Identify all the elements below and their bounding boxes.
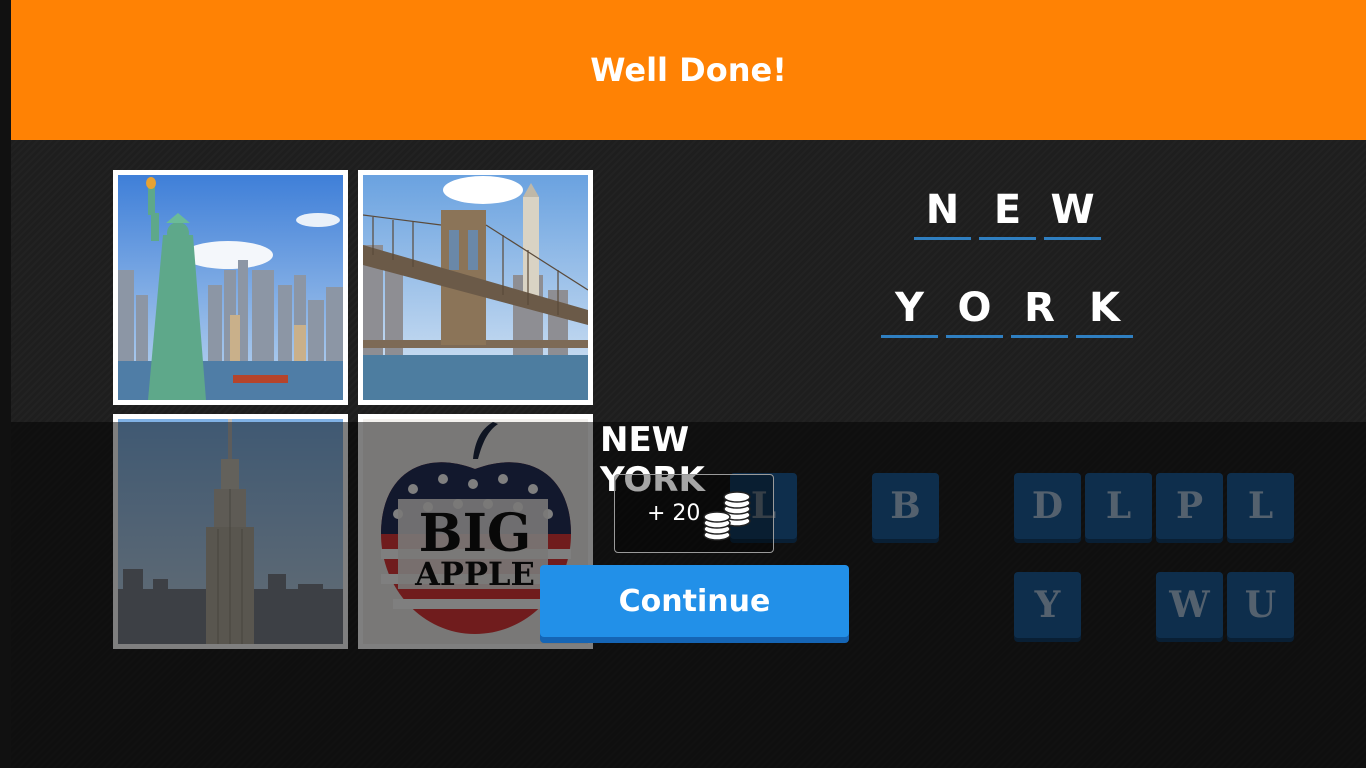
image-tile-brooklyn-bridge[interactable] [358,170,593,405]
answer-slot[interactable]: Y [881,280,938,338]
image-tile-statue-of-liberty[interactable] [113,170,348,405]
answer-slot[interactable]: K [1076,280,1133,338]
answer-slot[interactable]: W [1044,182,1101,240]
empire-state-image [118,419,343,644]
success-banner: Well Done! [11,0,1366,140]
letter-key[interactable]: P [1156,473,1223,539]
left-edge-strip [0,0,11,768]
letter-key[interactable]: L [1085,473,1152,539]
coin-reward-box: + 20 [614,474,774,553]
big-apple-line2: APPLE [414,555,535,593]
answer-slot[interactable]: O [946,280,1003,338]
answer-slot[interactable]: E [979,182,1036,240]
letter-key[interactable]: U [1227,572,1294,638]
answer-slot[interactable]: R [1011,280,1068,338]
letter-key[interactable]: L [1227,473,1294,539]
reward-amount: + 20 [647,501,701,526]
brooklyn-bridge-image [363,175,588,400]
letter-key[interactable]: Y [1014,572,1081,638]
letter-key[interactable]: B [872,473,939,539]
answer-slot[interactable]: N [914,182,971,240]
statue-of-liberty-image [118,175,343,400]
image-tile-empire-state[interactable] [113,414,348,649]
banner-title: Well Done! [590,51,787,89]
continue-button[interactable]: Continue [540,565,849,637]
letter-key[interactable]: D [1014,473,1081,539]
letter-key[interactable]: W [1156,572,1223,638]
answer-word-1: N E W [914,182,1101,240]
answer-word-2: Y O R K [881,280,1133,338]
coins-icon [703,491,751,541]
